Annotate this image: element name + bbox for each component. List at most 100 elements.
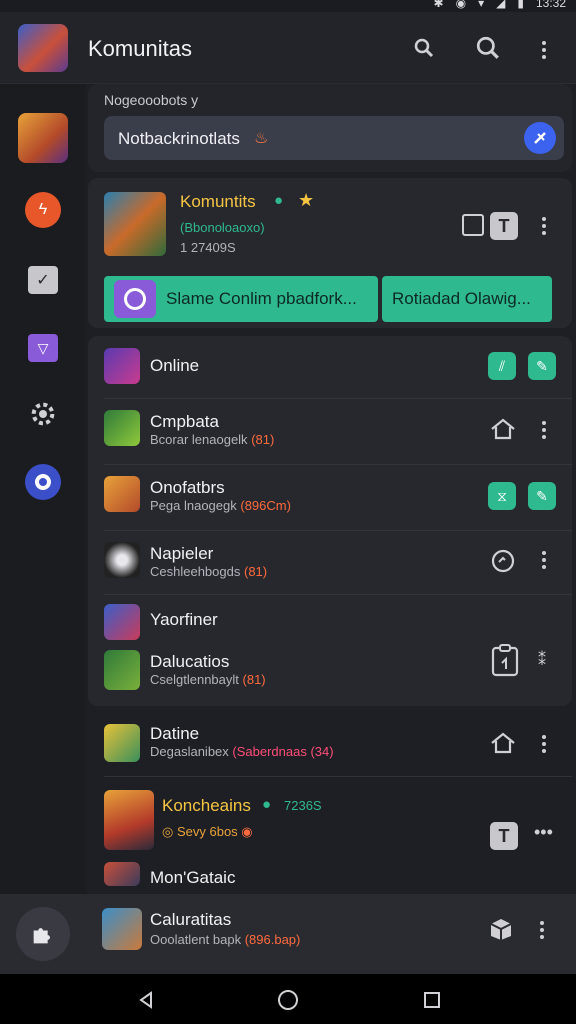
rail-filter[interactable]: ▽	[0, 320, 86, 376]
home-icon[interactable]	[488, 414, 518, 444]
rail-community-avatar[interactable]	[0, 110, 86, 166]
row-title: Datine	[150, 724, 200, 743]
rail-discover[interactable]	[0, 454, 86, 510]
divider	[104, 530, 572, 531]
divider	[104, 594, 572, 595]
more-vert-icon[interactable]	[536, 418, 552, 442]
row-subtitle: Ceshleehbogds (81)	[150, 564, 268, 579]
clipboard-icon[interactable]	[488, 642, 522, 678]
row-thumbnail	[104, 790, 154, 850]
more-vert-icon[interactable]	[536, 214, 552, 238]
row-thumbnail	[104, 542, 140, 578]
row-thumbnail	[104, 862, 140, 886]
row-thumbnail	[104, 410, 140, 446]
system-nav-bar	[0, 974, 576, 1024]
search-icon[interactable]	[474, 34, 502, 62]
inbox-icon: ✓	[28, 266, 58, 294]
featured-thumbnail	[104, 192, 166, 256]
gear-icon	[31, 402, 55, 426]
row-subtitle: Ooolatlent bapk (896.bap)	[150, 932, 301, 947]
divider	[104, 776, 572, 777]
home-nav-icon[interactable]	[274, 986, 302, 1014]
row-title: Onofatbrs	[150, 478, 225, 497]
link-icon[interactable]: ⧖	[488, 482, 516, 510]
row-title: Online	[150, 356, 200, 375]
home-icon[interactable]	[488, 728, 518, 758]
signal-icon: ◢	[496, 0, 506, 10]
edit-icon[interactable]: ✎	[528, 352, 556, 380]
discover-icon	[25, 464, 61, 500]
flame-icon: ϟ	[25, 192, 61, 228]
row-subtitle: ◎ Sevy 6bos ◉	[162, 824, 253, 839]
rail-inbox[interactable]: ✓	[0, 252, 86, 308]
more-horiz-icon[interactable]: •••	[534, 822, 553, 843]
row-title: Dalucatios	[150, 652, 230, 671]
more-vert-icon[interactable]	[536, 548, 552, 572]
box-icon[interactable]	[486, 914, 516, 944]
row-subtitle: Pega lnaogegk (896Cm)	[150, 498, 291, 513]
text-icon[interactable]: T	[490, 212, 518, 240]
side-rail: ϟ ✓ ▽	[0, 84, 86, 974]
back-icon[interactable]	[132, 986, 160, 1014]
edit-icon[interactable]	[458, 210, 488, 240]
featured-subtitle: (Bbonoloaoxo)	[180, 220, 265, 235]
rail-flame[interactable]: ϟ	[0, 182, 86, 238]
wifi-icon: ▾	[478, 0, 485, 10]
search-icon[interactable]	[410, 34, 438, 62]
featured-title: Komuntits	[180, 192, 256, 211]
pin-icon[interactable]: ⫽	[488, 352, 516, 380]
battery-icon: ▮	[517, 0, 524, 10]
star-icon: ★	[298, 190, 315, 210]
featured-meta: 1 27409S	[180, 240, 236, 255]
status-bar: ✱ ◉ ▾ ◢ ▮ 13:32	[0, 0, 576, 12]
primary-action-button[interactable]: Slame Conlim pbadfork...	[104, 276, 378, 322]
main-content: Nogeooobots y Notbackrinotlats ♨ Komunti…	[86, 84, 576, 974]
row-subtitle: Bcorar lenaogelk (81)	[150, 432, 275, 447]
row-thumbnail	[102, 908, 142, 950]
row-subtitle: Cselgtlennbaylt (81)	[150, 672, 266, 687]
more-vert-icon[interactable]	[536, 38, 552, 62]
fire-emoji-icon: ♨	[254, 130, 269, 147]
bluetooth-icon: ✱	[433, 0, 444, 10]
verified-icon: ●	[274, 192, 284, 209]
secondary-action-label: Rotiadad Olawig...	[392, 289, 531, 308]
search-text: Notbackrinotlats	[118, 129, 240, 148]
emoji-icon	[114, 280, 156, 318]
row-thumbnail	[104, 476, 140, 512]
more-vert-icon[interactable]	[536, 732, 552, 756]
search-label: Nogeooobots y	[104, 92, 199, 108]
text-icon[interactable]: T	[490, 822, 518, 850]
puzzle-icon	[16, 907, 70, 961]
row-title: Yaorfiner	[150, 610, 218, 629]
rail-settings[interactable]	[0, 386, 86, 442]
status-icons: ✱ ◉ ▾ ◢ ▮ 13:32	[434, 0, 566, 10]
app-title: Komunitas	[88, 36, 192, 61]
row-thumbnail	[104, 724, 140, 762]
screen: ✱ ◉ ▾ ◢ ▮ 13:32 Komunitas ϟ ✓ ▽ Nogeooob…	[0, 0, 576, 1024]
status-time: 13:32	[535, 0, 566, 10]
list-item-highlighted[interactable]: Caluratitas Ooolatlent bapk (896.bap)	[86, 894, 576, 974]
rail-fab[interactable]	[0, 894, 86, 974]
row-title: Cmpbata	[150, 412, 219, 431]
divider	[104, 464, 572, 465]
row-title: Napieler	[150, 544, 214, 563]
row-thumbnail	[104, 604, 140, 640]
edit-icon[interactable]: ✎	[528, 482, 556, 510]
row-title: Koncheains	[162, 796, 251, 815]
secondary-action-button[interactable]: Rotiadad Olawig...	[382, 276, 552, 322]
row-title: Caluratitas	[150, 910, 232, 929]
row-meta: 7236S	[284, 798, 322, 813]
app-logo	[18, 24, 68, 72]
row-thumbnail	[104, 650, 140, 690]
row-title: Mon'Gataic	[150, 868, 236, 887]
expand-icon[interactable]: ⁑	[530, 646, 554, 674]
more-vert-icon[interactable]	[534, 918, 550, 942]
recents-icon[interactable]	[418, 986, 446, 1014]
divider	[104, 398, 572, 399]
send-icon[interactable]	[524, 122, 556, 154]
featured-card: Komuntits ● ★ (Bbonoloaoxo) 1 27409S T S…	[88, 178, 572, 328]
chat-icon[interactable]	[488, 546, 518, 576]
row-subtitle: Degaslanibex (Saberdnaas (34)	[150, 744, 334, 759]
search-input[interactable]: Notbackrinotlats ♨	[104, 116, 564, 160]
app-bar: Komunitas	[0, 12, 576, 84]
